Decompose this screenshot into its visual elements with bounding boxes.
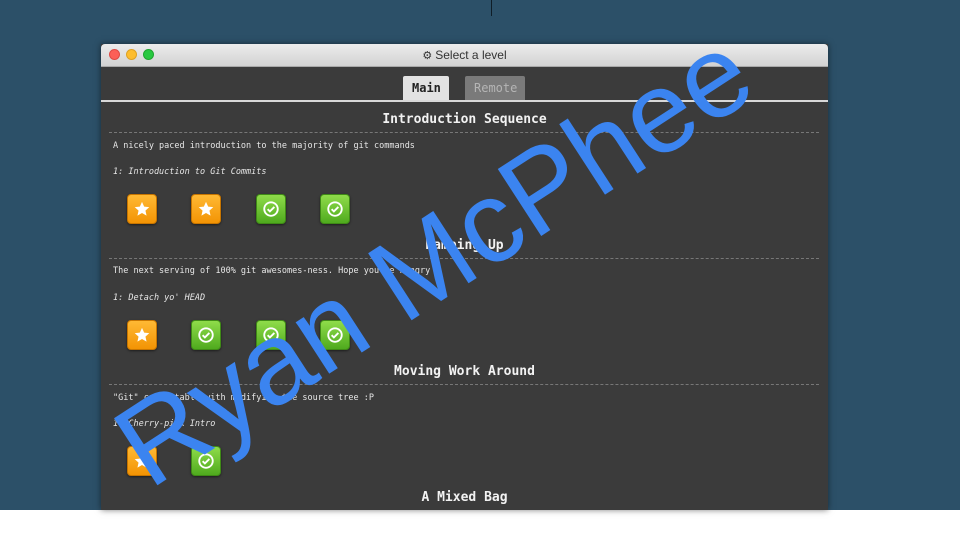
star-icon[interactable]	[127, 320, 157, 350]
check-icon[interactable]	[320, 194, 350, 224]
section-subtitle: 1: Detach yo' HEAD	[113, 293, 206, 303]
section-subtitle: 1: Introduction to Git Commits	[113, 167, 267, 177]
section-title-introduction: Introduction Sequence	[382, 112, 547, 127]
section-divider	[109, 132, 819, 133]
section-subtitle: 1: Cherry-pick Intro	[113, 419, 216, 429]
star-icon[interactable]	[127, 194, 157, 224]
window-title: Select a level	[435, 48, 507, 62]
section-title-mixed-bag: A Mixed Bag	[421, 490, 508, 505]
section-description: A nicely paced introduction to the major…	[113, 141, 415, 151]
star-icon[interactable]	[191, 194, 221, 224]
star-icon[interactable]	[127, 446, 157, 476]
tab-main[interactable]: Main	[403, 76, 449, 100]
zoom-button[interactable]	[143, 49, 154, 60]
tab-bar: Main Remote	[101, 67, 828, 102]
window-controls	[109, 49, 154, 60]
title-bar: ⚙ Select a level	[101, 44, 828, 67]
section-divider	[109, 384, 819, 385]
gear-icon: ⚙	[422, 50, 433, 62]
check-icon[interactable]	[191, 320, 221, 350]
section-title-ramping-up: Ramping Up	[425, 238, 504, 253]
check-icon[interactable]	[256, 194, 286, 224]
check-icon[interactable]	[256, 320, 286, 350]
check-icon[interactable]	[191, 446, 221, 476]
divider-line	[491, 0, 492, 16]
section-description: "Git" comfortable with modifying the sou…	[113, 393, 374, 403]
tab-remote[interactable]: Remote	[465, 76, 525, 100]
close-button[interactable]	[109, 49, 120, 60]
section-title-moving-work-around: Moving Work Around	[394, 364, 535, 379]
section-divider	[109, 258, 819, 259]
section-description: The next serving of 100% git awesomes-ne…	[113, 266, 431, 276]
check-icon[interactable]	[320, 320, 350, 350]
minimize-button[interactable]	[126, 49, 137, 60]
level-select-window: ⚙ Select a level Main Remote Introduction…	[101, 44, 828, 510]
